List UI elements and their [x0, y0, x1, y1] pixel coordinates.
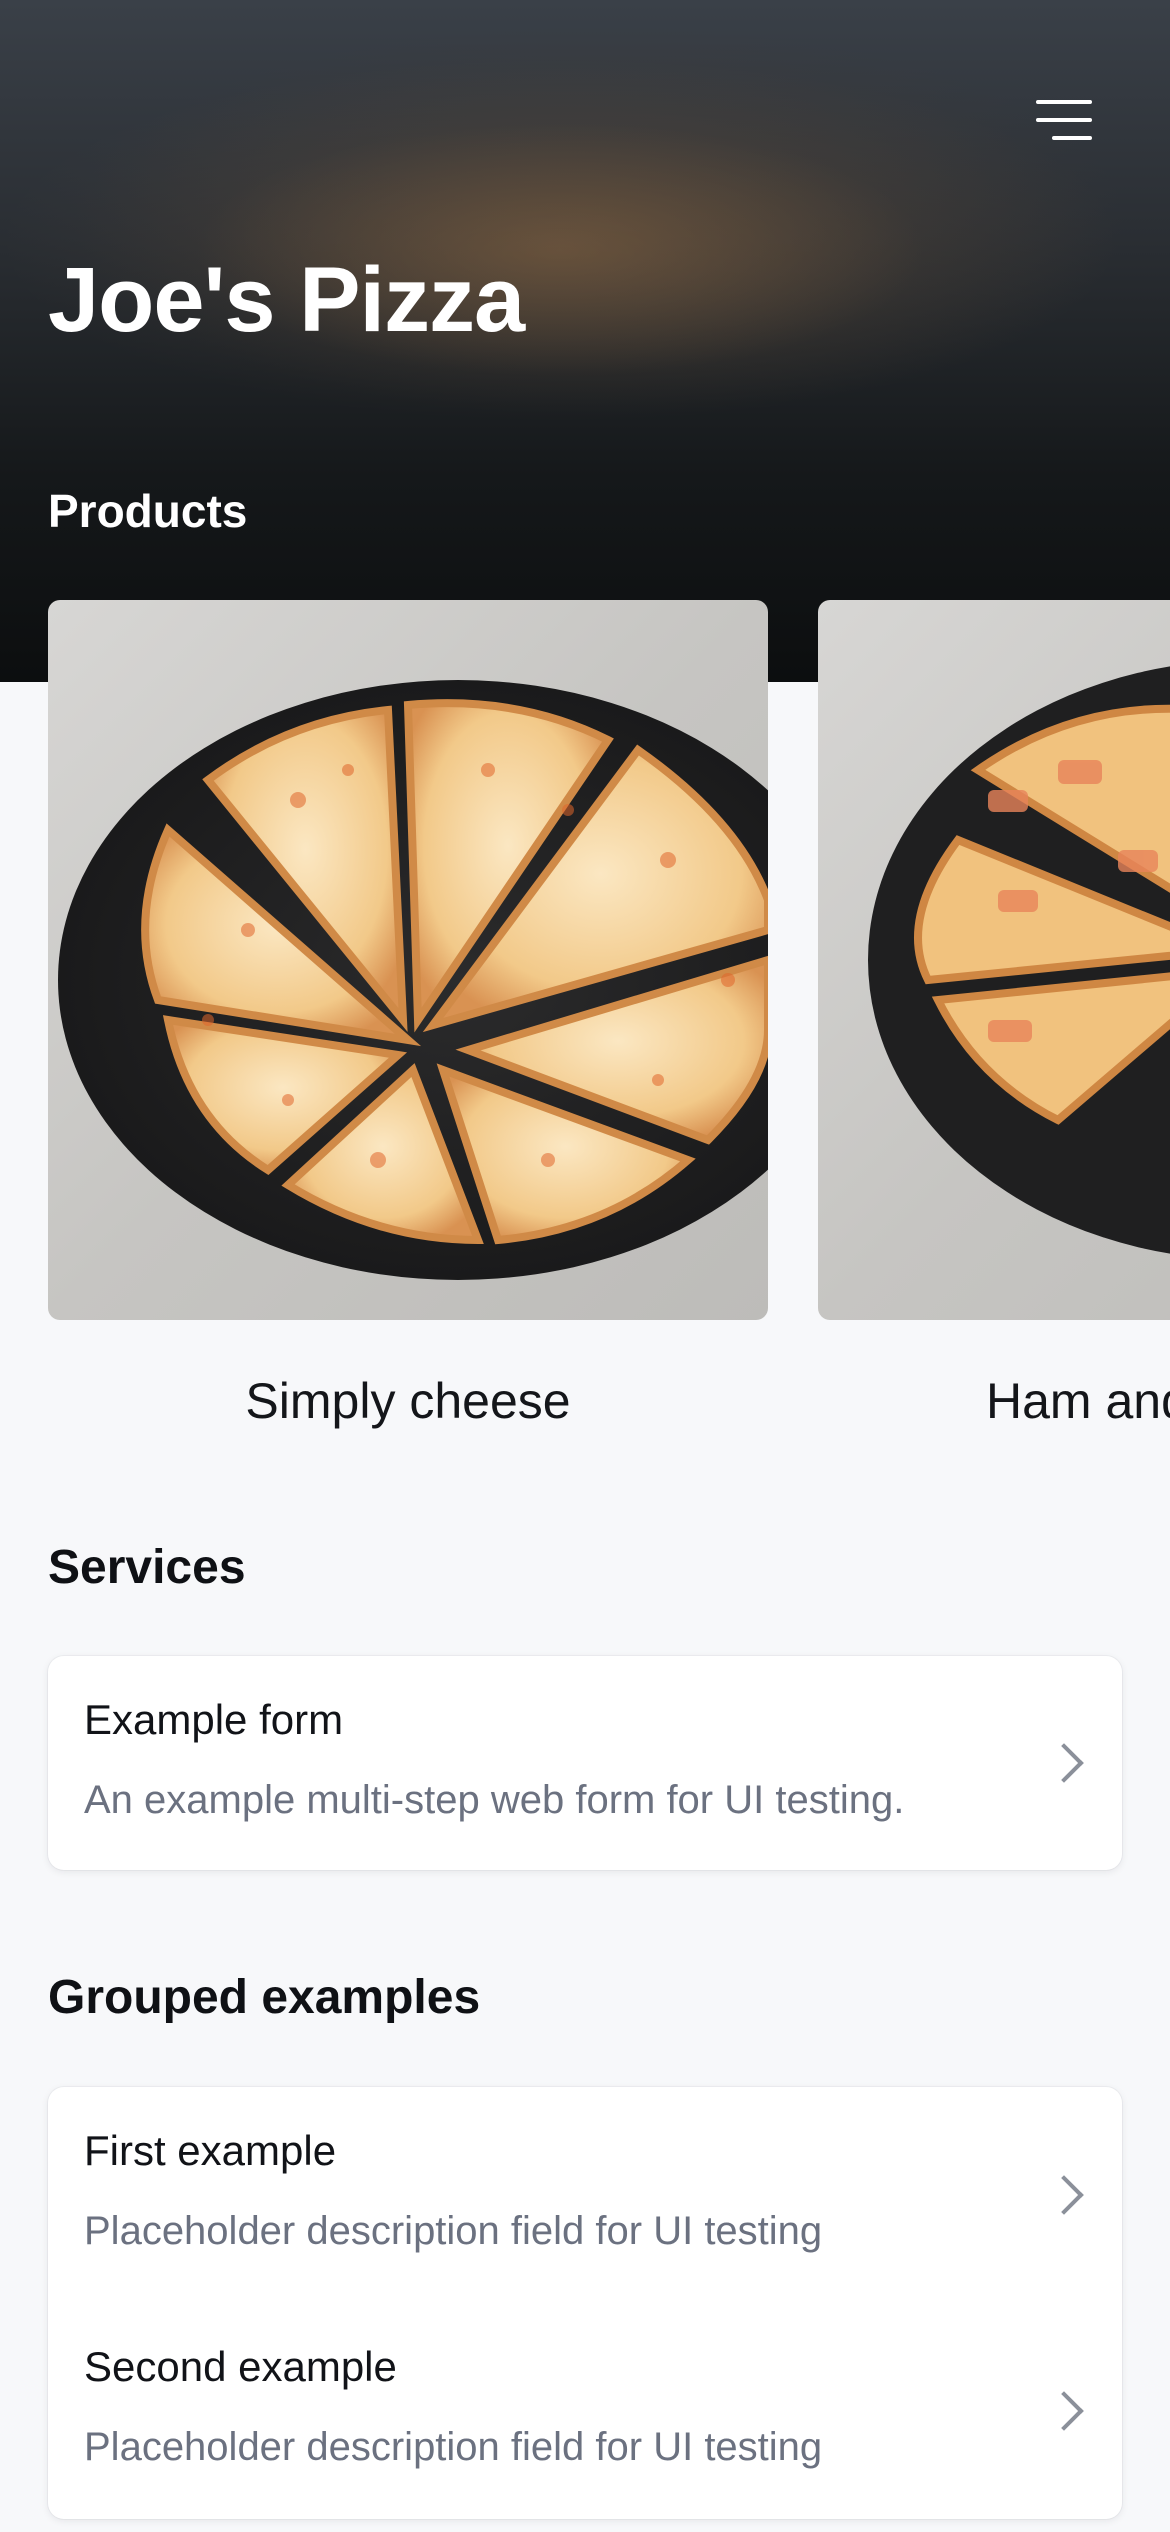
hamburger-menu-icon[interactable]	[1032, 96, 1092, 144]
list-item-description: Placeholder description field for UI tes…	[84, 2425, 823, 2469]
products-heading: Products	[48, 485, 248, 537]
service-item-example-form[interactable]: Example form An example multi-step web f…	[48, 1656, 1122, 1870]
product-card-ham[interactable]: Ham and	[818, 600, 1170, 1430]
chevron-right-icon	[1044, 2391, 1084, 2431]
chevron-right-icon	[1044, 2175, 1084, 2215]
product-image-pizza	[48, 600, 768, 1320]
services-panel: Example form An example multi-step web f…	[48, 1656, 1122, 1870]
list-item-title: Second example	[84, 2343, 397, 2390]
product-name: Ham and	[986, 1373, 1170, 1429]
list-item-description: Placeholder description field for UI tes…	[84, 2209, 823, 2253]
page-title: Joe's Pizza	[48, 249, 525, 351]
service-item-description: An example multi-step web form for UI te…	[84, 1778, 905, 1822]
service-item-title: Example form	[84, 1696, 344, 1743]
products-carousel[interactable]: Simply cheese Ham and	[0, 600, 1170, 1440]
product-card-simply-cheese[interactable]: Simply cheese	[48, 600, 768, 1430]
chevron-right-icon	[1044, 1743, 1084, 1783]
list-item-first-example[interactable]: First example Placeholder description fi…	[48, 2087, 1122, 2303]
list-item-title: First example	[84, 2127, 337, 2174]
product-name: Simply cheese	[245, 1373, 571, 1429]
grouped-examples-heading: Grouped examples	[48, 1971, 481, 2024]
product-image-pizza	[818, 600, 1170, 1320]
grouped-examples-panel: First example Placeholder description fi…	[48, 2087, 1122, 2519]
services-heading: Services	[48, 1541, 246, 1594]
list-item-second-example[interactable]: Second example Placeholder description f…	[48, 2303, 1122, 2519]
